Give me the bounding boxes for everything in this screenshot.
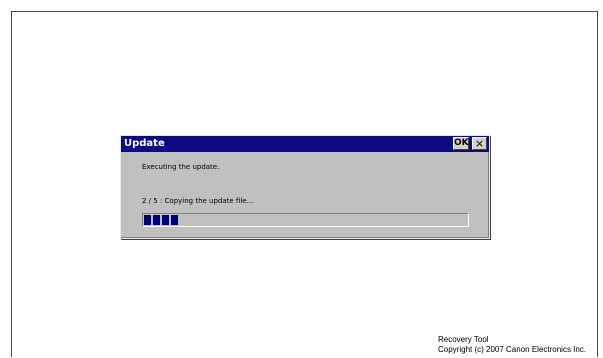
copyright-text: Copyright (c) 2007 Canon Electronics Inc… <box>438 345 587 354</box>
progress-bar <box>142 213 469 227</box>
progress-segment <box>153 215 160 225</box>
dialog-titlebar[interactable]: Update OK × <box>121 136 489 152</box>
progress-segment <box>171 215 178 225</box>
update-dialog: Update OK × Executing the update. 2 / 5 … <box>120 135 490 239</box>
update-message: Executing the update. <box>142 163 220 171</box>
close-icon[interactable]: × <box>472 137 487 150</box>
progress-segment <box>162 215 169 225</box>
progress-fill <box>144 215 178 225</box>
progress-status-text: 2 / 5 : Copying the update file... <box>142 197 254 205</box>
dialog-title: Update <box>124 138 165 149</box>
footer-info: Recovery Tool Copyright (c) 2007 Canon E… <box>438 335 586 355</box>
progress-segment <box>144 215 151 225</box>
app-name: Recovery Tool <box>438 335 489 344</box>
ok-button[interactable]: OK <box>453 137 469 150</box>
